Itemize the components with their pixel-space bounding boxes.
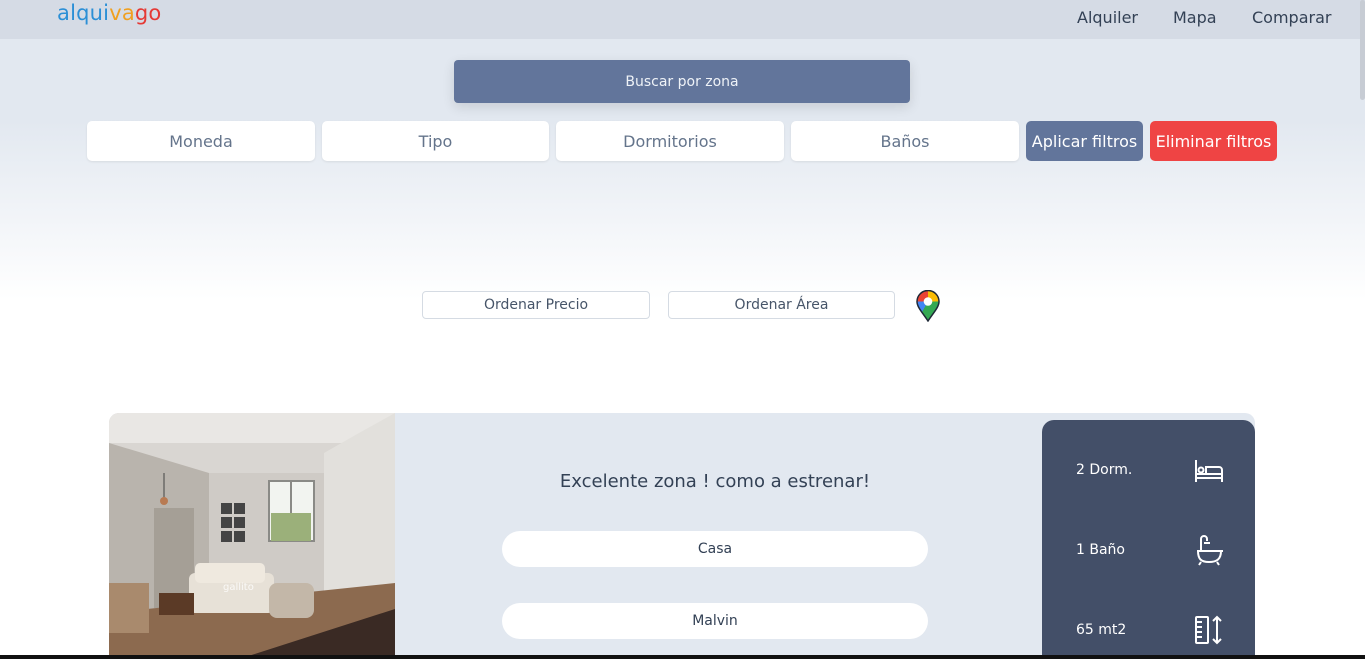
filter-moneda[interactable]: Moneda <box>87 121 315 161</box>
listing-card[interactable]: gallito Excelente zona ! como a estrenar… <box>109 413 1255 659</box>
spec-area: 65 mt2 <box>1076 622 1127 638</box>
sort-area-button[interactable]: Ordenar Área <box>668 291 895 319</box>
clear-filters-button[interactable]: Eliminar filtros <box>1150 121 1277 161</box>
spec-bedrooms: 2 Dorm. <box>1076 462 1133 478</box>
nav-mapa[interactable]: Mapa <box>1173 8 1217 27</box>
listing-photo[interactable]: gallito <box>109 413 395 659</box>
filter-banos[interactable]: Baños <box>791 121 1019 161</box>
top-navbar <box>0 0 1365 39</box>
search-by-zone-button[interactable]: Buscar por zona <box>454 60 910 103</box>
listing-title: Excelente zona ! como a estrenar! <box>559 471 871 492</box>
logo-part-1: alqui <box>57 1 110 25</box>
listing-specs-panel: 2 Dorm. 1 Baño 65 mt2 <box>1042 420 1255 659</box>
logo-part-2: va <box>109 1 135 25</box>
apply-filters-button[interactable]: Aplicar filtros <box>1026 121 1143 161</box>
bed-icon <box>1195 460 1223 482</box>
listing-type-pill: Casa <box>502 531 928 567</box>
bathtub-icon <box>1197 535 1223 566</box>
nav-comparar[interactable]: Comparar <box>1252 8 1331 27</box>
listing-zone-pill: Malvin <box>502 603 928 639</box>
logo[interactable]: alquivago <box>57 1 161 25</box>
area-icon <box>1195 615 1222 645</box>
scrollbar[interactable] <box>1360 0 1365 100</box>
photo-watermark: gallito <box>223 582 254 593</box>
map-pin-icon[interactable] <box>914 290 942 322</box>
sort-price-button[interactable]: Ordenar Precio <box>422 291 650 319</box>
nav-alquiler[interactable]: Alquiler <box>1077 8 1138 27</box>
taskbar-strip <box>0 655 1365 659</box>
filter-dormitorios[interactable]: Dormitorios <box>556 121 784 161</box>
filter-tipo[interactable]: Tipo <box>322 121 549 161</box>
logo-part-3: go <box>134 1 162 25</box>
spec-bathrooms: 1 Baño <box>1076 542 1125 558</box>
